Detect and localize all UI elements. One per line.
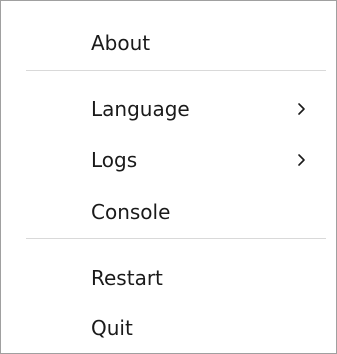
- menu-item-about[interactable]: About: [1, 22, 336, 64]
- chevron-right-icon: [298, 103, 305, 115]
- menu-item-label: Quit: [91, 316, 133, 340]
- menu-item-label: Logs: [91, 148, 138, 172]
- menu-separator: [26, 238, 326, 239]
- menu-item-label: Console: [91, 200, 171, 224]
- menu-item-quit[interactable]: Quit: [1, 307, 336, 349]
- menu-item-label: Restart: [91, 266, 163, 290]
- menu-separator: [26, 70, 326, 71]
- menu-item-label: Language: [91, 97, 190, 121]
- menu-item-logs[interactable]: Logs: [1, 139, 336, 181]
- menu-item-restart[interactable]: Restart: [1, 257, 336, 299]
- context-menu: About Language Logs Console Restart Quit: [0, 0, 337, 354]
- menu-item-console[interactable]: Console: [1, 191, 336, 233]
- menu-item-label: About: [91, 31, 151, 55]
- chevron-right-icon: [298, 154, 305, 166]
- menu-item-language[interactable]: Language: [1, 88, 336, 130]
